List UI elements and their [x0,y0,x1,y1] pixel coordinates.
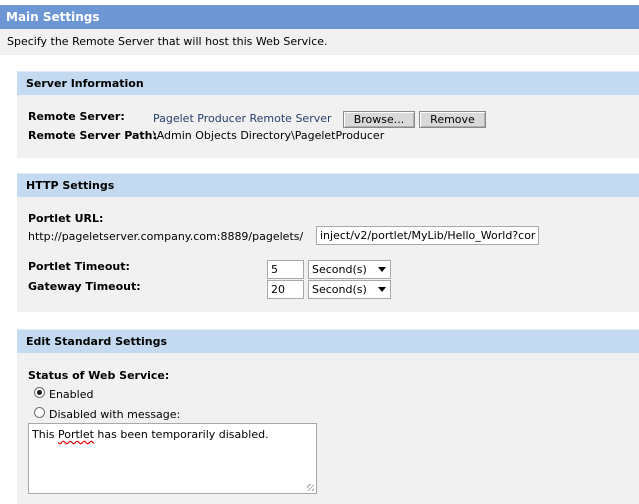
standard-settings-header: Edit Standard Settings [17,329,639,353]
gateway-timeout-label: Gateway Timeout: [28,280,141,293]
chevron-down-icon [378,267,386,272]
chevron-down-icon [378,287,386,292]
disabled-label: Disabled with message: [49,408,181,421]
http-settings-panel: HTTP Settings Portlet URL: http://pagele… [17,173,639,312]
portlet-timeout-unit-select[interactable]: Second(s) [308,260,391,279]
standard-settings-panel: Edit Standard Settings Status of Web Ser… [17,329,639,504]
portlet-timeout-unit-value: Second(s) [312,263,367,276]
remote-server-path-label: Remote Server Path: [28,129,157,142]
enabled-radio[interactable] [34,387,45,398]
resize-grip-icon[interactable] [307,484,314,491]
remote-server-label: Remote Server: [28,110,125,123]
message-text-portlet: Portlet [57,428,94,441]
main-settings-description: Specify the Remote Server that will host… [0,29,639,55]
message-text-start: This [32,428,58,441]
portlet-url-input[interactable]: inject/v2/portlet/MyLib/Hello_World?cor [316,226,539,245]
service-status-label: Status of Web Service: [28,369,170,382]
portlet-url-prefix: http://pageletserver.company.com:8889/pa… [28,230,304,243]
browse-button[interactable]: Browse... [343,111,415,128]
message-text-end: has been temporarily disabled. [93,428,269,441]
disabled-radio[interactable] [34,407,45,418]
remote-server-path-value: \Admin Objects Directory\PageletProducer [153,129,385,142]
server-information-panel: Server Information Remote Server: Pagele… [17,71,639,158]
enabled-label: Enabled [49,388,94,401]
gateway-timeout-unit-value: Second(s) [312,283,367,296]
remove-button[interactable]: Remove [419,111,486,128]
portlet-url-label: Portlet URL: [28,212,104,225]
http-settings-header: HTTP Settings [17,173,639,197]
gateway-timeout-input[interactable]: 20 [267,280,304,299]
gateway-timeout-unit-select[interactable]: Second(s) [308,280,391,299]
portlet-timeout-label: Portlet Timeout: [28,260,130,273]
remote-server-value: Pagelet Producer Remote Server [153,112,332,125]
server-information-header: Server Information [17,71,639,95]
portlet-timeout-input[interactable]: 5 [267,260,304,279]
disabled-message-textarea[interactable]: This Portlet has been temporarily disabl… [28,423,317,494]
main-settings-header: Main Settings [0,5,639,29]
